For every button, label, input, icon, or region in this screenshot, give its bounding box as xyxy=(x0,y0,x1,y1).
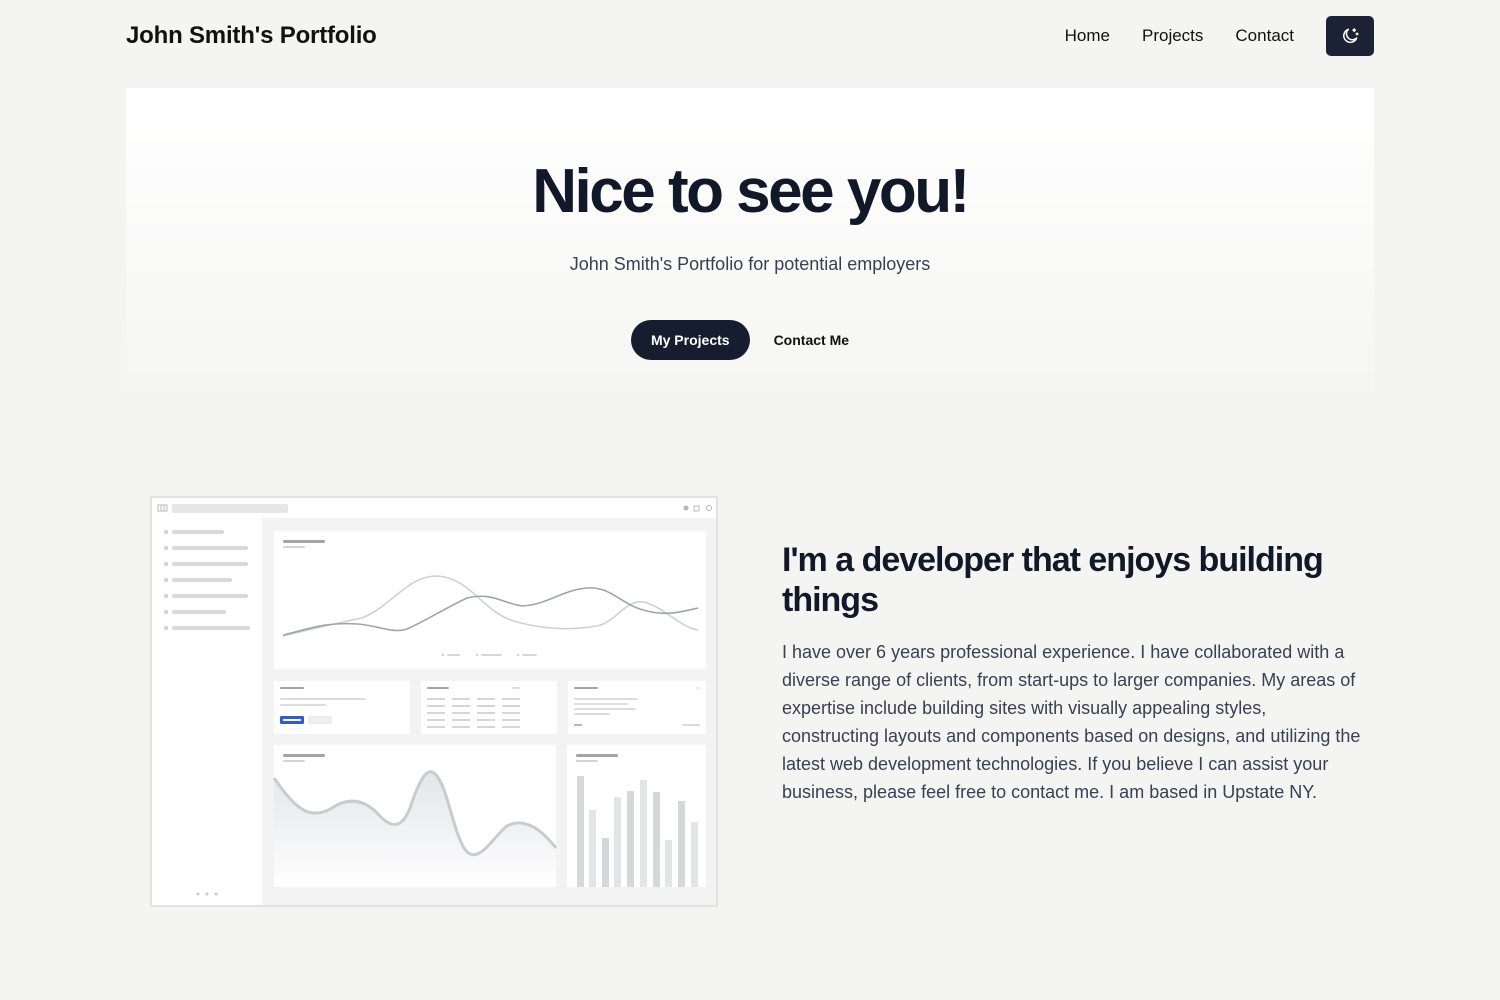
moon-stars-icon xyxy=(1343,28,1359,44)
dashboard-illustration xyxy=(152,498,716,905)
nav-home[interactable]: Home xyxy=(1065,26,1110,46)
my-projects-button[interactable]: My Projects xyxy=(630,320,750,360)
site-title[interactable]: John Smith's Portfolio xyxy=(126,22,377,50)
about-section: I'm a developer that enjoys building thi… xyxy=(782,540,1362,806)
theme-toggle-button[interactable] xyxy=(1326,16,1374,56)
hero-section: Nice to see you! John Smith's Portfolio … xyxy=(126,88,1374,408)
hero-subtitle: John Smith's Portfolio for potential emp… xyxy=(569,254,931,274)
hero-title: Nice to see you! xyxy=(532,157,970,226)
dashboard-mockup-image xyxy=(150,496,718,907)
main-nav: Home Projects Contact xyxy=(1065,16,1374,56)
site-header: John Smith's Portfolio Home Projects Con… xyxy=(126,16,1374,56)
nav-projects[interactable]: Projects xyxy=(1142,26,1203,46)
about-body: I have over 6 years professional experie… xyxy=(782,642,1361,802)
nav-contact[interactable]: Contact xyxy=(1235,26,1294,46)
about-heading: I'm a developer that enjoys building thi… xyxy=(782,541,1324,619)
contact-me-button[interactable]: Contact Me xyxy=(754,320,869,360)
hero-actions: My Projects Contact Me xyxy=(126,320,1374,360)
